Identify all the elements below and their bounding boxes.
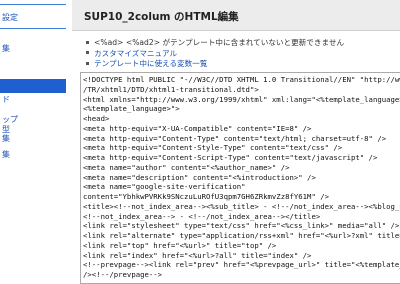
code-line: <head> [83, 114, 110, 123]
sidebar-divider [0, 28, 66, 29]
code-line: /TR/xhtml1/DTD/xhtml1-transitional.dtd"> [83, 84, 259, 94]
html-editor[interactable]: <!DOCTYPE html PUBLIC "-//W3C//DTD XHTML… [80, 72, 400, 284]
code-line: <link rel="index" href="<%url>?all" titl… [83, 250, 312, 260]
code-line: <meta name="author" content="<%author_na… [83, 162, 290, 172]
bullet-icon [86, 51, 89, 54]
bullet-icon [86, 40, 89, 44]
info-links: <%ad> <%ad2> がテンプレート中に含まれていないと更新できません カス… [86, 38, 344, 70]
code-line: <meta http-equiv="Content-Style-Type" co… [83, 143, 343, 153]
code-line: content="YbhkwPVRKk9SNczuLuROfU3qpm7GH6Z… [83, 192, 330, 201]
code-line: <link rel="alternate" type="application/… [83, 231, 400, 240]
code-line: <meta name="description" content="<%intr… [83, 172, 316, 182]
code-line: <%template_language>"> [83, 104, 180, 114]
info-note-text: <%ad> <%ad2> がテンプレート中に含まれていないと更新できません [94, 38, 345, 47]
main-content: SUP10_2colum のHTML編集 <%ad> <%ad2> がテンプレー… [72, 0, 400, 284]
bullet-icon [86, 61, 89, 65]
info-note: <%ad> <%ad2> がテンプレート中に含まれていないと更新できません [86, 38, 344, 49]
code-line: <!--prevpage--><link rel="prev" href="<%… [83, 260, 400, 270]
code-line: /><!--/prevpage--> [83, 270, 163, 279]
code-line: <!DOCTYPE html PUBLIC "-//W3C//DTD XHTML… [83, 75, 400, 84]
sidebar-item-edit-2[interactable]: 集 [2, 134, 10, 143]
sidebar-divider [0, 4, 66, 5]
code-line: <link rel="stylesheet" type="text/css" h… [83, 221, 400, 231]
sidebar-item-type[interactable]: 型 [2, 125, 10, 134]
sidebar-item-settings[interactable]: 設定 [2, 13, 18, 22]
code-line: <!--not_index_area--> - <!--/not_index_a… [83, 211, 321, 221]
sidebar-item-active[interactable] [0, 79, 66, 93]
sidebar-item-up[interactable]: ップ [2, 115, 18, 124]
code-line: <title><!--not_index_area--><%sub_title>… [83, 201, 400, 211]
sidebar: 設定 集 ド ップ 型 集 集 [0, 0, 66, 272]
customize-manual-item: カスタマイズマニュアル [86, 49, 344, 60]
sidebar-item-edit[interactable]: 集 [2, 44, 10, 53]
code-line: <link rel="top" href="<%url>" title="top… [83, 240, 277, 250]
code-line: <meta http-equiv="Content-Script-Type" c… [83, 153, 378, 162]
sidebar-item-edit-3[interactable]: 集 [2, 150, 10, 159]
template-variables-link[interactable]: テンプレート中に使える変数一覧 [94, 59, 207, 68]
code-line: <html xmlns="http://www.w3.org/1999/xhtm… [83, 94, 400, 104]
html-code[interactable]: <!DOCTYPE html PUBLIC "-//W3C//DTD XHTML… [81, 73, 400, 282]
sidebar-item-do[interactable]: ド [2, 95, 10, 104]
code-line: <meta name="google-site-verification" [83, 182, 246, 192]
page-title: SUP10_2colum のHTML編集 [84, 11, 239, 23]
page-header: SUP10_2colum のHTML編集 [72, 0, 400, 31]
template-variables-item: テンプレート中に使える変数一覧 [86, 59, 344, 70]
code-line: <meta http-equiv="X-UA-Compatible" conte… [83, 123, 312, 133]
customize-manual-link[interactable]: カスタマイズマニュアル [94, 49, 177, 58]
code-line: <meta http-equiv="Content-Type" content=… [83, 133, 387, 143]
